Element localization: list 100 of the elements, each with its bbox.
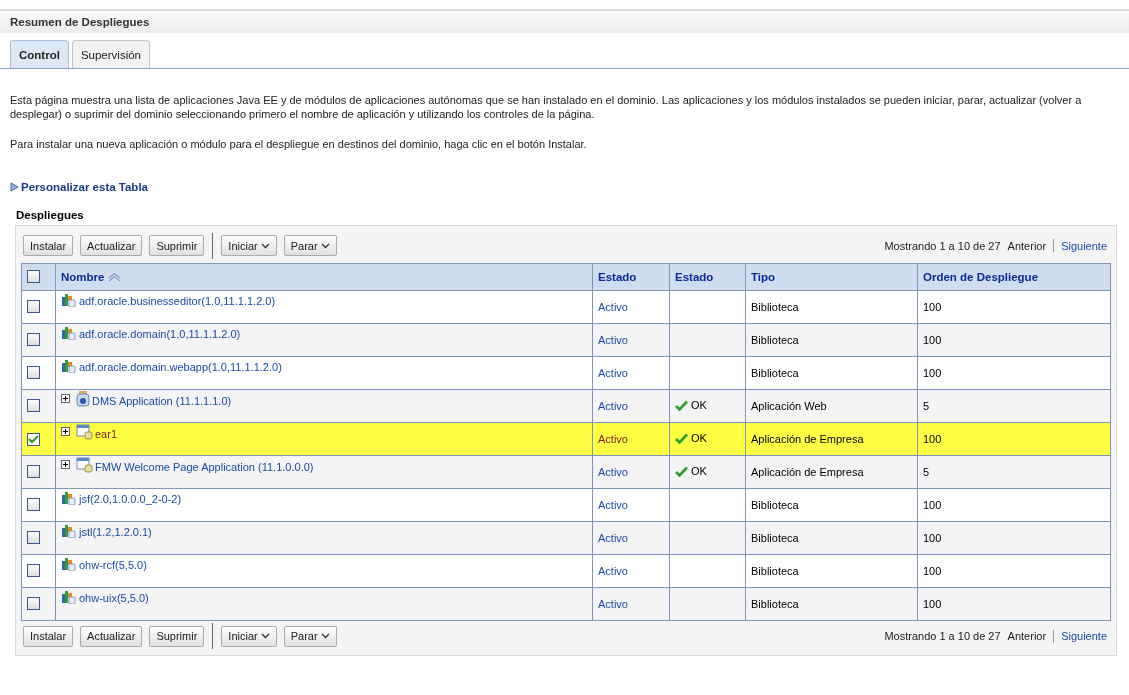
table-row[interactable]: ear1 Activo OK Aplicación de Empresa 100 [21, 422, 1111, 456]
type-cell: Biblioteca [751, 367, 799, 379]
toolbar-button[interactable]: Instalar [23, 625, 74, 647]
state-link[interactable]: Activo [598, 400, 628, 412]
table-title: Despliegues [16, 209, 85, 221]
table-row[interactable]: jstl(1.2,1.2.0.1) Activo Biblioteca 100 [21, 521, 1111, 555]
deployment-name-link[interactable]: jstl(1.2,1.2.0.1) [79, 526, 152, 538]
deployment-name-link[interactable]: jsf(2.0,1.0.0.0_2-0-2) [79, 493, 182, 505]
library-icon [61, 324, 77, 340]
state-link[interactable]: Activo [598, 334, 628, 346]
type-cell: Biblioteca [751, 334, 799, 346]
row-checkbox[interactable] [27, 299, 40, 313]
window-jar-icon [76, 423, 93, 440]
toolbar-button[interactable]: Actualizar [80, 625, 143, 647]
row-checkbox[interactable] [27, 365, 40, 379]
row-checkbox[interactable] [27, 432, 40, 446]
table-row[interactable]: ohw-uix(5,5.0) Activo Biblioteca 100 [21, 587, 1111, 621]
tab[interactable]: Supervisión [71, 40, 150, 68]
order-cell: 100 [923, 565, 942, 577]
table-row[interactable]: jsf(2.0,1.0.0.0_2-0-2) Activo Biblioteca 100 [21, 488, 1111, 522]
caret-icon [260, 242, 270, 249]
toolbar-button[interactable]: Actualizar [80, 235, 143, 256]
expand-icon[interactable] [61, 427, 70, 436]
table-row[interactable]: DMS Application (11.1.1.1.0) Activo OK Aplicación Web 5 [21, 389, 1111, 423]
order-cell: 100 [923, 334, 942, 346]
check-icon [675, 432, 688, 444]
customize-table-link[interactable]: Personalizar esta Tabla [10, 181, 1129, 193]
description-text: Para instalar una nueva aplicación o módulo para el despliegue en destinos del dominio, haga clic en el botón Instalar. [10, 137, 588, 151]
row-checkbox[interactable] [27, 332, 40, 346]
next-link[interactable]: Siguiente [1061, 239, 1107, 252]
state-link[interactable]: Activo [598, 367, 628, 379]
table-row[interactable]: adf.oracle.domain.webapp(1.0,11.1.1.2.0) Activo Biblioteca 100 [21, 356, 1111, 390]
panel-title: Resumen de Despliegues [0, 9, 1129, 33]
menu-button[interactable]: Parar [283, 625, 337, 647]
next-link[interactable]: Siguiente [1061, 630, 1107, 642]
menu-button[interactable]: Iniciar [221, 235, 277, 256]
type-cell: Biblioteca [751, 532, 799, 544]
state-link[interactable]: Activo [598, 565, 628, 577]
range-text: Mostrando 1 a 10 de 27 [884, 239, 1001, 252]
tab[interactable]: Control [10, 40, 69, 68]
deployment-name-link[interactable]: ohw-rcf(5,5.0) [79, 559, 147, 571]
window-jar-icon [76, 456, 93, 473]
type-cell: Aplicación Web [751, 400, 827, 412]
column-header[interactable]: Nombre [61, 271, 105, 283]
deployment-name-link[interactable]: adf.oracle.domain(1.0,11.1.1.2.0) [79, 328, 241, 340]
row-checkbox[interactable] [27, 464, 40, 478]
row-checkbox[interactable] [27, 398, 40, 412]
order-cell: 100 [923, 433, 942, 445]
type-cell: Biblioteca [751, 598, 799, 610]
expand-icon[interactable] [61, 460, 70, 469]
deployment-name-link[interactable]: FMW Welcome Page Application (11.1.0.0.0) [95, 461, 314, 473]
state-link[interactable]: Activo [598, 466, 628, 478]
table-row[interactable]: adf.oracle.domain(1.0,11.1.1.2.0) Activo Biblioteca 100 [21, 323, 1111, 357]
select-all-checkbox[interactable] [27, 269, 40, 283]
toolbar-button[interactable]: Suprimir [149, 625, 205, 647]
table-row[interactable]: FMW Welcome Page Application (11.1.0.0.0) Activo OK Aplicación de Empresa 5 [21, 455, 1111, 489]
deployment-name-link[interactable]: DMS Application (11.1.1.1.0) [92, 395, 232, 407]
menu-button[interactable]: Parar [283, 235, 337, 256]
toolbar-button[interactable]: Instalar [23, 235, 74, 256]
library-icon [61, 588, 77, 604]
menu-button[interactable]: Iniciar [221, 625, 277, 647]
deployment-name-link[interactable]: adf.oracle.businesseditor(1.0,11.1.1.2.0) [79, 295, 276, 307]
state-link[interactable]: Activo [598, 532, 628, 544]
check-icon [675, 399, 688, 411]
order-cell: 5 [923, 400, 930, 412]
type-cell: Biblioteca [751, 499, 799, 511]
expand-icon[interactable] [61, 394, 70, 403]
caret-icon [260, 633, 270, 639]
row-checkbox[interactable] [27, 596, 40, 610]
library-icon [61, 291, 77, 307]
order-cell: 5 [923, 466, 930, 478]
row-checkbox[interactable] [27, 497, 40, 511]
state-link[interactable]: Activo [598, 433, 628, 445]
deployment-name-link[interactable]: adf.oracle.domain.webapp(1.0,11.1.1.2.0) [79, 361, 282, 373]
type-cell: Aplicación de Empresa [751, 466, 864, 478]
order-cell: 100 [923, 532, 942, 544]
state-link[interactable]: Activo [598, 598, 628, 610]
row-checkbox[interactable] [27, 530, 40, 544]
health-text: OK [691, 432, 707, 445]
check-icon [675, 465, 688, 477]
range-text: Mostrando 1 a 10 de 27 [884, 630, 1001, 642]
type-cell: Aplicación de Empresa [751, 433, 864, 445]
deployment-name-link[interactable]: ohw-uix(5,5.0) [79, 592, 149, 604]
state-link[interactable]: Activo [598, 301, 628, 313]
caret-icon [320, 633, 330, 639]
library-icon [61, 489, 77, 505]
library-icon [61, 522, 77, 538]
library-icon [61, 357, 77, 373]
jar-icon [76, 390, 90, 407]
table-row[interactable]: adf.oracle.businesseditor(1.0,11.1.1.2.0) Activo Biblioteca 100 [21, 290, 1111, 324]
type-cell: Biblioteca [751, 565, 799, 577]
type-cell: Biblioteca [751, 301, 799, 313]
state-link[interactable]: Activo [598, 499, 628, 511]
health-text: OK [691, 465, 707, 478]
table-row[interactable]: ohw-rcf(5,5.0) Activo Biblioteca 100 [21, 554, 1111, 588]
deployment-name-link[interactable]: ear1 [95, 428, 118, 440]
row-checkbox[interactable] [27, 563, 40, 577]
toolbar-button[interactable]: Suprimir [149, 235, 205, 256]
library-icon [61, 555, 77, 571]
column-header[interactable]: Tipo [751, 271, 776, 283]
